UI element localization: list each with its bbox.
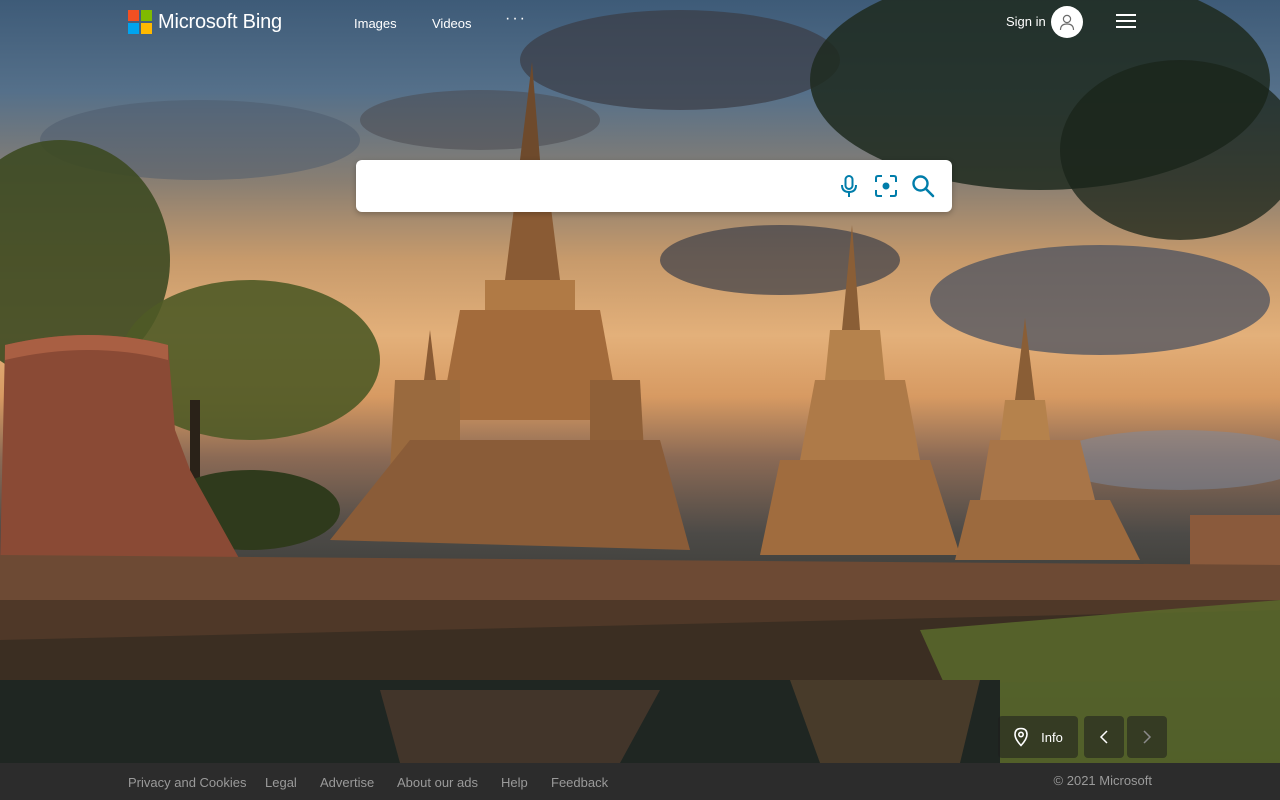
footer-link-legal[interactable]: Legal [265, 775, 297, 790]
image-info-button[interactable]: Info [998, 716, 1078, 758]
chevron-left-icon [1099, 730, 1108, 744]
search-icon[interactable] [910, 173, 936, 199]
footer-link-privacy[interactable]: Privacy and Cookies [128, 775, 247, 790]
copyright-text: © 2021 Microsoft [1053, 773, 1152, 788]
brand-name: Microsoft Bing [158, 10, 282, 33]
sign-in-link[interactable]: Sign in [1006, 14, 1046, 29]
chevron-right-icon [1143, 730, 1152, 744]
user-icon [1059, 14, 1075, 31]
nav-videos-link[interactable]: Videos [432, 16, 472, 31]
bing-logo[interactable]: Microsoft Bing [128, 10, 282, 34]
footer: Privacy and Cookies Legal Advertise Abou… [0, 763, 1280, 800]
microphone-icon[interactable] [836, 173, 862, 199]
background-image [0, 0, 1280, 763]
hamburger-line [1116, 20, 1136, 22]
top-header: Microsoft Bing Images Videos ··· Sign in [0, 0, 1280, 46]
account-avatar-button[interactable] [1051, 6, 1083, 38]
hamburger-line [1116, 26, 1136, 28]
nav-more-button[interactable]: ··· [505, 10, 527, 28]
nav-images-link[interactable]: Images [354, 16, 397, 31]
footer-link-help[interactable]: Help [501, 775, 528, 790]
previous-image-button[interactable] [1084, 716, 1124, 758]
microsoft-logo-icon [128, 10, 152, 34]
footer-link-feedback[interactable]: Feedback [551, 775, 608, 790]
hamburger-line [1116, 14, 1136, 16]
visual-search-icon[interactable] [873, 173, 899, 199]
temple-scene-illustration [0, 0, 1280, 763]
next-image-button[interactable] [1127, 716, 1167, 758]
footer-link-about-ads[interactable]: About our ads [397, 775, 478, 790]
image-info-label: Info [1041, 729, 1063, 745]
hamburger-menu-button[interactable] [1116, 14, 1136, 30]
search-box [356, 160, 952, 212]
footer-link-advertise[interactable]: Advertise [320, 775, 374, 790]
location-pin-icon [1014, 727, 1028, 747]
search-input[interactable] [372, 172, 822, 200]
